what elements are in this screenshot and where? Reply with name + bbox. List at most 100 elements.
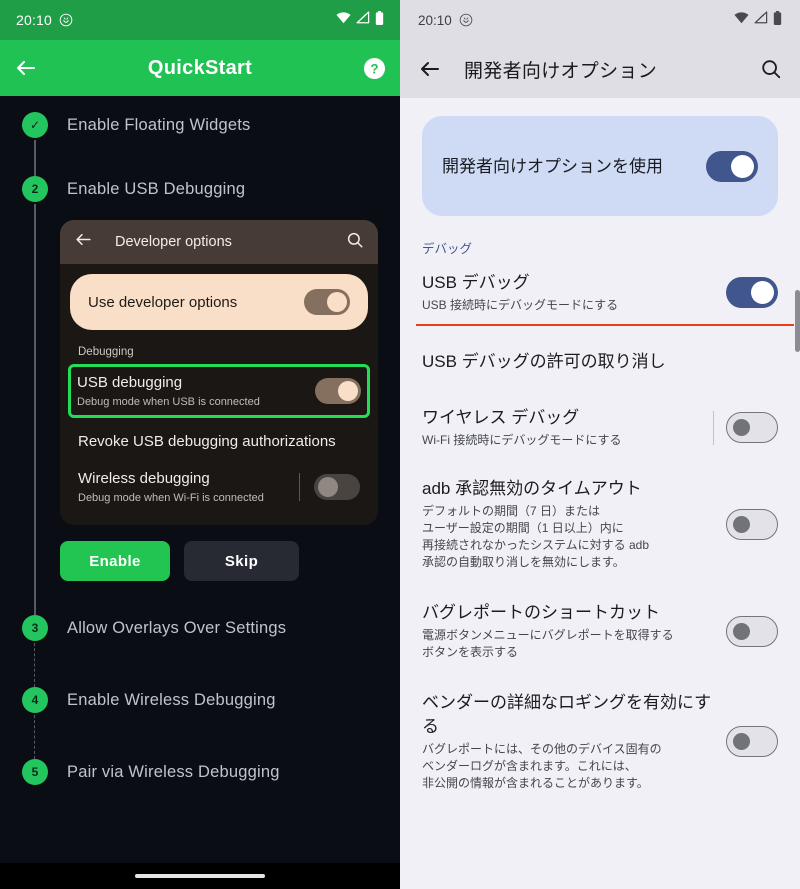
setting-row-revoke-usb-authorizations[interactable]: USB デバッグの許可の取り消し xyxy=(400,324,800,396)
use-developer-options-toggle xyxy=(304,289,350,315)
status-bar-clock: 20:10 xyxy=(418,12,452,28)
mock-row-wireless-debugging: Wireless debugging Debug mode when Wi-Fi… xyxy=(70,461,368,513)
step-2-block: 2 Enable USB Debugging Developer options xyxy=(0,138,400,615)
mock-app-bar-title: Developer options xyxy=(115,234,232,250)
use-developer-options-row: Use developer options xyxy=(70,274,368,330)
setting-title: USB デバッグ xyxy=(422,273,530,292)
mock-row-subtitle: Debug mode when Wi-Fi is connected xyxy=(78,492,264,504)
setting-row-usb-debugging[interactable]: USB デバッグ USB 接続時にデバッグモードにする xyxy=(400,263,800,326)
back-arrow-icon[interactable] xyxy=(418,57,442,81)
gesture-bar[interactable] xyxy=(135,874,265,878)
page-title: QuickStart xyxy=(147,56,253,79)
sidebar-item-step-2[interactable]: 2 Enable USB Debugging xyxy=(0,138,400,202)
cellular-icon xyxy=(754,11,768,29)
usb-debugging-toggle xyxy=(315,378,361,404)
search-icon xyxy=(346,231,364,254)
left-status-icons xyxy=(336,10,384,30)
setting-title: adb 承認無効のタイムアウト xyxy=(422,479,642,498)
developer-options-mock-card: Developer options Use developer options … xyxy=(60,220,378,525)
mock-app-bar: Developer options xyxy=(60,220,378,264)
mock-body: Use developer options Debugging USB debu… xyxy=(60,264,378,525)
sidebar-item-step-1[interactable]: ✓ Enable Floating Widgets xyxy=(0,112,400,138)
step-label: Enable USB Debugging xyxy=(67,180,246,198)
sidebar-item-step-4[interactable]: 4 Enable Wireless Debugging xyxy=(0,687,400,713)
setting-title: バグレポートのショートカット xyxy=(422,603,660,622)
step-label: Enable Wireless Debugging xyxy=(67,691,276,709)
left-status-bar: 20:10 xyxy=(0,0,400,40)
step-connector xyxy=(34,204,36,615)
step-4-block: 4 Enable Wireless Debugging xyxy=(0,687,400,759)
use-developer-options-toggle[interactable] xyxy=(706,150,758,182)
wifi-icon xyxy=(734,11,749,29)
step-number-badge: 2 xyxy=(22,176,48,202)
step-connector xyxy=(34,140,36,176)
setting-title: ベンダーの詳細なロギングを有効にする xyxy=(422,693,712,736)
step-done-check-icon: ✓ xyxy=(22,112,48,138)
setting-row-wireless-debugging[interactable]: ワイヤレス デバッグ Wi-Fi 接続時にデバッグモードにする xyxy=(400,396,800,463)
step-label: Allow Overlays Over Settings xyxy=(67,619,287,637)
android-developer-options-screen: 20:10 開発者向けオプション 開発者向けオプションを使用 デバッグ USB … xyxy=(400,0,800,889)
usb-debugging-toggle[interactable] xyxy=(726,277,778,308)
step-connector xyxy=(34,643,35,687)
step-action-buttons: Enable Skip xyxy=(60,541,400,581)
setup-steps-list: ✓ Enable Floating Widgets 2 Enable USB D… xyxy=(0,96,400,785)
mock-row-subtitle: Debug mode when USB is connected xyxy=(77,396,260,408)
battery-icon xyxy=(375,10,384,30)
adb-authorization-timeout-toggle[interactable] xyxy=(726,508,778,540)
vendor-verbose-logging-toggle[interactable] xyxy=(726,726,778,757)
step-number-badge: 3 xyxy=(22,615,48,641)
step-label: Enable Floating Widgets xyxy=(67,116,251,134)
quickstart-app-bar: QuickStart ? xyxy=(0,40,400,96)
help-circle-icon[interactable]: ? xyxy=(363,57,386,80)
skip-button[interactable]: Skip xyxy=(184,541,299,581)
enable-button[interactable]: Enable xyxy=(60,541,170,581)
setting-subtitle: バグレポートには、その他のデバイス固有の ベンダーログが含まれます。これには、 … xyxy=(422,742,662,790)
setting-subtitle: USB 接続時にデバッグモードにする xyxy=(422,298,619,312)
search-icon[interactable] xyxy=(760,58,782,80)
step-number-badge: 5 xyxy=(22,759,48,785)
notification-icon xyxy=(459,13,473,27)
setting-subtitle: Wi-Fi 接続時にデバッグモードにする xyxy=(422,433,622,447)
wireless-debugging-toggle[interactable] xyxy=(726,412,778,443)
sidebar-item-step-5[interactable]: 5 Pair via Wireless Debugging xyxy=(0,759,400,785)
setting-subtitle: デフォルトの期間（7 日）または ユーザー設定の期間（1 日以上）内に 再接続さ… xyxy=(422,504,649,569)
navigation-gesture-bar-area xyxy=(0,863,400,889)
cellular-icon xyxy=(356,11,370,29)
back-arrow-icon[interactable] xyxy=(14,56,38,80)
status-bar-clock: 20:10 xyxy=(16,12,53,28)
quickstart-app-screen: 20:10 QuickStart ? ✓ Enable Floating Wid… xyxy=(0,0,400,889)
notification-icon xyxy=(59,13,73,27)
settings-app-bar: 開発者向けオプション xyxy=(400,40,800,98)
use-developer-options-label: Use developer options xyxy=(88,293,238,311)
step-5-block: 5 Pair via Wireless Debugging xyxy=(0,759,400,785)
battery-icon xyxy=(773,10,782,30)
mock-row-title: USB debugging xyxy=(77,374,183,391)
setting-subtitle: 電源ボタンメニューにバグレポートを取得する ボタンを表示する xyxy=(422,628,674,659)
dual-screenshot-container: 20:10 QuickStart ? ✓ Enable Floating Wid… xyxy=(0,0,800,889)
bug-report-shortcut-toggle[interactable] xyxy=(726,615,778,647)
setting-row-bug-report-shortcut[interactable]: バグレポートのショートカット 電源ボタンメニューにバグレポートを取得する ボタン… xyxy=(400,585,800,675)
mock-section-caption: Debugging xyxy=(78,346,134,358)
scrollbar-thumb[interactable] xyxy=(795,290,800,352)
svg-text:?: ? xyxy=(370,61,378,76)
row-divider xyxy=(713,410,714,445)
mock-row-title: Wireless debugging xyxy=(78,470,210,487)
step-3-block: 3 Allow Overlays Over Settings xyxy=(0,615,400,687)
right-status-icons xyxy=(734,10,782,30)
wifi-icon xyxy=(336,11,351,29)
setting-row-adb-authorization-timeout[interactable]: adb 承認無効のタイムアウト デフォルトの期間（7 日）または ユーザー設定の… xyxy=(400,463,800,585)
back-arrow-icon xyxy=(74,230,93,254)
step-number-badge: 4 xyxy=(22,687,48,713)
mock-row-revoke-authorizations: Revoke USB debugging authorizations xyxy=(70,418,368,461)
settings-content: 開発者向けオプションを使用 デバッグ USB デバッグ USB 接続時にデバッグ… xyxy=(400,116,800,806)
right-status-bar: 20:10 xyxy=(400,0,800,40)
step-label: Pair via Wireless Debugging xyxy=(67,763,280,781)
use-developer-options-label: 開発者向けオプションを使用 xyxy=(442,156,663,176)
sidebar-item-step-3[interactable]: 3 Allow Overlays Over Settings xyxy=(0,615,400,641)
row-divider xyxy=(299,473,300,501)
mock-row-title: Revoke USB debugging authorizations xyxy=(78,433,336,450)
debug-section-caption: デバッグ xyxy=(422,242,473,256)
use-developer-options-card[interactable]: 開発者向けオプションを使用 xyxy=(422,116,778,216)
setting-row-vendor-verbose-logging[interactable]: ベンダーの詳細なロギングを有効にする バグレポートには、その他のデバイス固有の … xyxy=(400,675,800,806)
mock-row-usb-debugging: USB debugging Debug mode when USB is con… xyxy=(68,364,370,418)
